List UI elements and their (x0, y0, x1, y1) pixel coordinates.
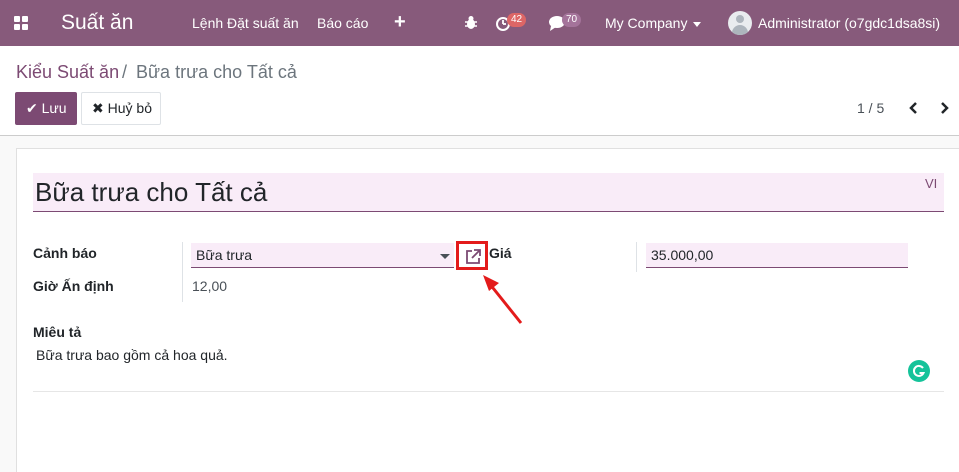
alert-select[interactable]: Bữa trưa (191, 243, 454, 268)
breadcrumb-current: Bữa trưa cho Tất cả (136, 62, 297, 82)
alert-label: Cảnh báo (33, 245, 97, 261)
top-navbar: Suất ăn Lệnh Đặt suất ăn Báo cáo + 42 70… (0, 0, 959, 46)
chevron-down-icon (440, 254, 450, 259)
message-count-badge: 70 (562, 13, 582, 27)
chevron-down-icon (693, 21, 702, 27)
save-button[interactable]: ✔ Lưu (15, 92, 77, 125)
form-sheet: Bữa trưa cho Tất cả VI Cảnh báo Giờ Ấn đ… (16, 148, 959, 472)
menu-meal-orders[interactable]: Lệnh Đặt suất ăn (192, 15, 299, 32)
app-brand[interactable]: Suất ăn (61, 10, 133, 36)
menu-reports[interactable]: Báo cáo (317, 15, 368, 32)
discard-button-label: Huỷ bỏ (107, 100, 152, 116)
translate-button[interactable]: VI (925, 176, 937, 192)
chevron-left-icon[interactable] (907, 101, 921, 115)
chevron-right-icon[interactable] (937, 101, 951, 115)
company-name: My Company (605, 15, 688, 31)
alert-select-value: Bữa trưa (196, 247, 253, 263)
external-link-icon (466, 249, 481, 264)
close-icon: ✖ (92, 100, 104, 116)
breadcrumb-parent[interactable]: Kiểu Suất ăn (16, 61, 119, 83)
plus-icon[interactable]: + (394, 12, 406, 32)
fixed-time-label: Giờ Ấn định (33, 278, 114, 294)
control-panel: Kiểu Suất ăn / Bữa trưa cho Tất cả ✔ Lưu… (0, 46, 959, 136)
name-value: Bữa trưa cho Tất cả (35, 177, 268, 207)
grammarly-icon[interactable] (908, 360, 930, 382)
company-switcher[interactable]: My Company (605, 15, 702, 32)
column-divider (182, 242, 183, 302)
description-label: Miêu tả (33, 324, 82, 340)
external-link-button[interactable] (456, 241, 488, 270)
description-field[interactable]: Bữa trưa bao gồm cả hoa quả. (36, 347, 228, 364)
price-input[interactable]: 35.000,00 (646, 243, 908, 268)
user-avatar[interactable] (728, 11, 752, 35)
pager-value[interactable]: 1 / 5 (857, 100, 884, 117)
column-divider (636, 242, 637, 272)
discard-button[interactable]: ✖ Huỷ bỏ (81, 92, 161, 125)
check-icon: ✔ (26, 100, 38, 116)
breadcrumb-separator: / (122, 62, 128, 82)
fixed-time-value[interactable]: 12,00 (192, 278, 227, 295)
apps-grid-icon[interactable] (14, 16, 28, 30)
user-menu[interactable]: Administrator (o7gdc1dsa8si) (758, 15, 940, 32)
red-arrow-icon (483, 275, 523, 324)
save-button-label: Lưu (41, 100, 67, 116)
section-divider (33, 391, 944, 392)
bug-icon[interactable] (462, 14, 480, 32)
activity-count-badge: 42 (507, 13, 527, 27)
price-label: Giá (489, 245, 512, 261)
price-value: 35.000,00 (651, 247, 714, 263)
name-field[interactable]: Bữa trưa cho Tất cả (33, 173, 944, 212)
